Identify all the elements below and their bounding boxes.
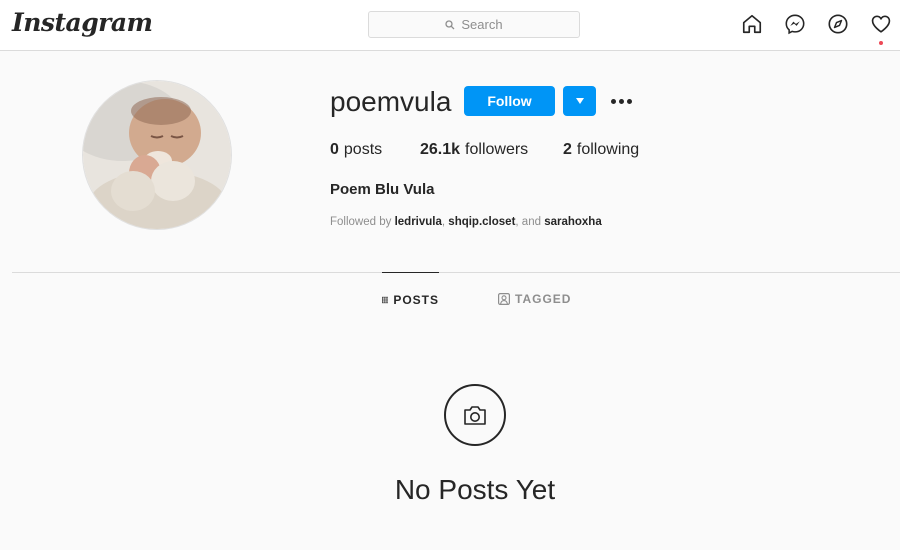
more-dot xyxy=(626,98,632,104)
following-label: following xyxy=(576,141,640,158)
search-input[interactable]: Search xyxy=(368,11,580,38)
messenger-icon[interactable] xyxy=(784,13,806,35)
tab-tagged-label: TAGGED xyxy=(515,292,572,306)
tab-tagged[interactable]: TAGGED xyxy=(498,272,571,326)
tab-posts[interactable]: POSTS xyxy=(382,272,439,326)
profile-username: poemvula xyxy=(330,86,452,117)
instagram-logo[interactable]: Instagram xyxy=(12,8,153,37)
followers-stat[interactable]: 26.1k followers xyxy=(420,141,563,159)
search-placeholder: Search xyxy=(461,17,503,32)
more-options-button[interactable] xyxy=(608,92,634,110)
tagged-user-icon xyxy=(498,293,510,305)
search-icon xyxy=(445,19,455,29)
follow-button[interactable]: Follow xyxy=(464,86,555,116)
top-nav: Instagram Search xyxy=(0,0,900,51)
notification-dot xyxy=(879,41,883,45)
explore-icon[interactable] xyxy=(827,13,849,35)
nav-icons xyxy=(741,13,892,45)
posts-count: 0 xyxy=(330,141,339,158)
posts-stat: 0 posts xyxy=(330,141,420,159)
profile-full-name: Poem Blu Vula xyxy=(330,181,435,198)
tabs-divider xyxy=(12,272,900,273)
follower-link[interactable]: shqip.closet xyxy=(448,216,515,228)
posts-label: posts xyxy=(343,141,383,158)
following-count: 2 xyxy=(563,141,572,158)
more-dot xyxy=(618,98,624,104)
home-icon[interactable] xyxy=(741,13,763,35)
grid-icon xyxy=(382,296,389,303)
camera-icon xyxy=(444,384,506,446)
followed-by-text[interactable]: Followed by ledrivula, shqip.closet, and… xyxy=(330,216,602,228)
activity-heart-icon[interactable] xyxy=(870,13,892,45)
separator: , and xyxy=(515,216,541,228)
caret-down-icon xyxy=(575,98,584,104)
followers-label: followers xyxy=(465,141,529,158)
more-dot xyxy=(610,98,616,104)
profile-avatar[interactable] xyxy=(82,80,232,230)
follower-link[interactable]: ledrivula xyxy=(395,216,442,228)
following-stat[interactable]: 2 following xyxy=(563,141,639,159)
separator: , xyxy=(441,216,446,228)
empty-state-message: No Posts Yet xyxy=(394,474,556,505)
suggestions-dropdown-button[interactable] xyxy=(563,86,596,116)
follower-link[interactable]: sarahoxha xyxy=(544,216,602,228)
followed-by-prefix: Followed by xyxy=(330,216,392,228)
profile-stats: 0 posts 26.1k followers 2 following xyxy=(330,141,639,159)
tab-posts-label: POSTS xyxy=(393,292,439,307)
followers-count: 26.1k xyxy=(420,141,461,158)
